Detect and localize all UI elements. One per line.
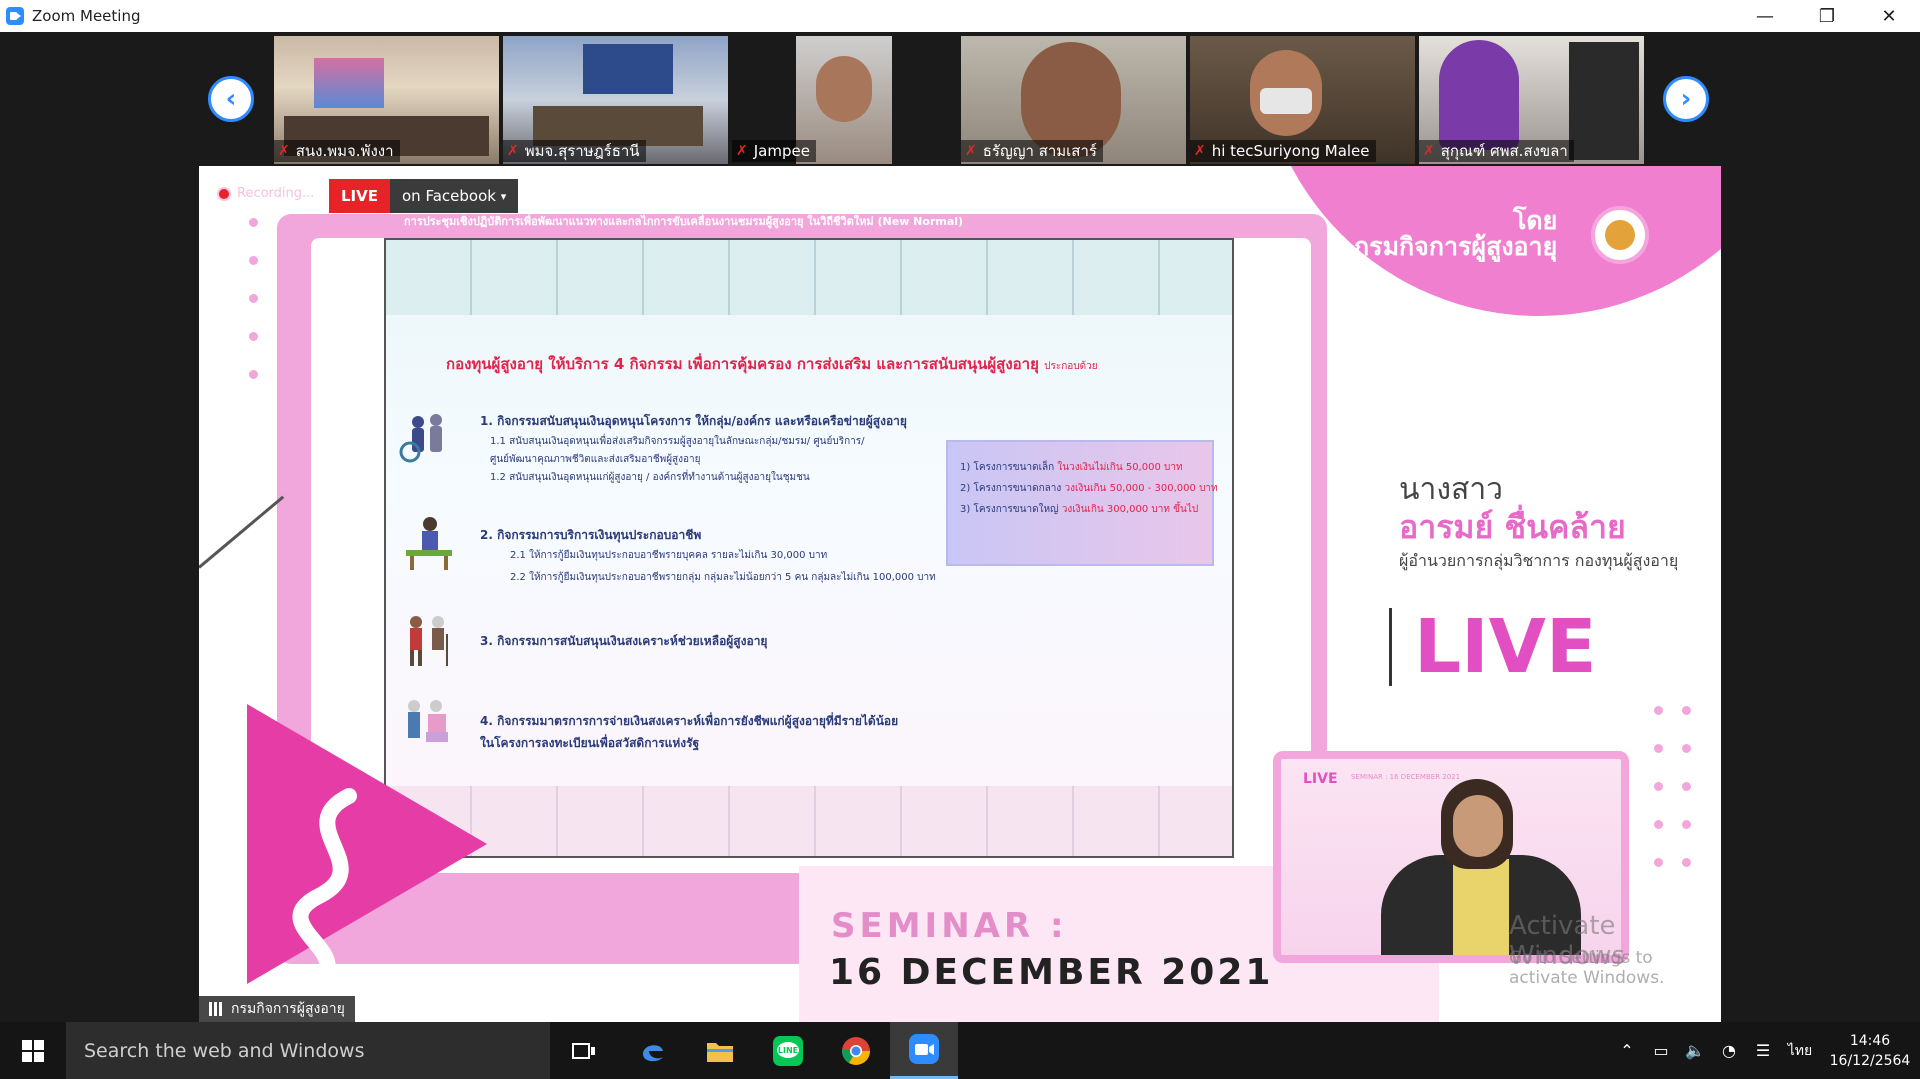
participant-name-label: ✗ hi tecSuriyong Malee: [1190, 140, 1376, 162]
taskbar: Search the web and Windows LINE ⌃ ▭ 🔈 ◔ …: [0, 1022, 1920, 1079]
minimize-button[interactable]: —: [1734, 0, 1796, 32]
shared-screen: Recording... LIVE on Facebook ▾ การประชุ…: [199, 166, 1721, 1022]
wifi-icon[interactable]: ◔: [1712, 1041, 1746, 1060]
slide-subitem: 1.2 สนับสนุนเงินอุดหนุนแก่ผู้สูงอายุ / อ…: [490, 472, 810, 483]
speaker-shirt: [1453, 859, 1509, 955]
muted-mic-icon: ✗: [736, 143, 748, 159]
participant-tile[interactable]: ✗ สุกุณฑ์ ศพส.สงขลา: [1419, 36, 1644, 164]
slide-item: 3. กิจกรรมการสนับสนุนเงินสงเคราะห์ช่วยเห…: [480, 634, 768, 648]
muted-mic-icon: ✗: [1423, 143, 1435, 159]
organizer-label: โดย กรมกิจการผู้สูงอายุ: [1354, 206, 1558, 262]
recording-indicator[interactable]: Recording...: [217, 186, 314, 201]
slide-item: ในโครงการลงทะเบียนเพื่อสวัสดิการแห่งรัฐ: [480, 736, 700, 750]
edge-browser-icon[interactable]: [618, 1022, 686, 1079]
participant-tile[interactable]: ✗ พมจ.สุราษฎร์ธานี: [503, 36, 728, 164]
taskbar-search[interactable]: Search the web and Windows: [66, 1022, 550, 1079]
next-page-button[interactable]: ›: [1663, 76, 1709, 122]
window-controls: — ❐ ✕: [1734, 0, 1920, 32]
decor-line: [199, 495, 285, 569]
windows-logo-icon: [22, 1039, 44, 1062]
system-tray: ⌃ ▭ 🔈 ◔ ☰ ไทย 14:46 16/12/2564: [1610, 1022, 1920, 1079]
live-platform[interactable]: on Facebook ▾: [390, 179, 519, 213]
pip-live-label: LIVE: [1303, 771, 1338, 787]
department-seal-icon: [1591, 206, 1649, 264]
project-size-box: 1) โครงการขนาดเล็ก ในวงเงินไม่เกิน 50,00…: [946, 440, 1218, 566]
slide-item: 4. กิจกรรมมาตรการการจ่ายเงินสงเคราะห์เพื…: [480, 714, 899, 728]
clock-time: 14:46: [1849, 1032, 1891, 1049]
people-group-icon: [399, 414, 442, 463]
participant-name-label: ✗ สุกุณฑ์ ศพส.สงขลา: [1419, 140, 1574, 162]
speaker-face: [1453, 795, 1503, 857]
participant-tile[interactable]: ✗ hi tecSuriyong Malee: [1190, 36, 1415, 164]
muted-mic-icon: ✗: [278, 143, 290, 159]
participant-name-label: ✗ พมจ.สุราษฎร์ธานี: [503, 140, 646, 162]
chevron-down-icon: ▾: [500, 189, 507, 203]
clock-date: 16/12/2564: [1829, 1052, 1911, 1069]
chrome-browser-icon[interactable]: [822, 1022, 890, 1079]
presentation-slide: กองทุนผู้สูงอายุ ให้บริการ 4 กิจกรรม เพื…: [384, 238, 1234, 858]
vendor-icon: [406, 517, 452, 570]
participant-tile[interactable]: ✗ สนง.พมจ.พังงา: [274, 36, 499, 164]
activate-windows-hint: Go to Settings to activate Windows.: [1509, 948, 1665, 988]
participant-name-label: ✗ ธรัญญา สามเสาร์: [961, 140, 1103, 162]
live-stream-indicator[interactable]: LIVE on Facebook ▾: [329, 179, 519, 213]
muted-mic-icon: ✗: [965, 143, 977, 159]
slide-subitem: 1.1 สนับสนุนเงินอุดหนุนเพื่อส่งเสริมกิจก…: [490, 436, 865, 447]
signal-bars-icon: [209, 1002, 225, 1016]
record-icon: [217, 186, 231, 201]
live-badge: LIVE: [329, 179, 390, 213]
title-bar: Zoom Meeting — ❐ ✕: [0, 0, 1920, 32]
slide-footer-grid: [386, 786, 1232, 856]
participant-name-label: ✗ Jampee: [732, 140, 816, 162]
slide-header-grid: [386, 240, 1232, 315]
task-view-icon[interactable]: [550, 1022, 618, 1079]
muted-mic-icon: ✗: [1194, 143, 1206, 159]
volume-icon[interactable]: 🔈: [1678, 1041, 1712, 1060]
restore-button[interactable]: ❐: [1796, 0, 1858, 32]
participant-tile[interactable]: ✗ ธรัญญา สามเสาร์: [961, 36, 1186, 164]
window-title: Zoom Meeting: [32, 7, 141, 25]
participant-name-label: ✗ สนง.พมจ.พังงา: [274, 140, 400, 162]
live-heading: LIVE: [1389, 608, 1597, 686]
speaker-name-tag: กรมกิจการผู้สูงอายุ: [199, 996, 355, 1022]
zoom-app-icon: [6, 7, 24, 25]
slide-subitem: ศูนย์พัฒนาคุณภาพชีวิตและส่งเสริมอาชีพผู้…: [490, 454, 701, 465]
file-explorer-icon[interactable]: [686, 1022, 754, 1079]
line-app-icon[interactable]: LINE: [754, 1022, 822, 1079]
battery-icon[interactable]: ▭: [1644, 1041, 1678, 1060]
slide-item: 2. กิจกรรมการบริการเงินทุนประกอบอาชีพ: [480, 528, 702, 542]
zoom-taskbar-icon[interactable]: [890, 1022, 958, 1079]
slide-subitem: 2.1 ให้การกู้ยืมเงินทุนประกอบอาชีพรายบุค…: [510, 550, 828, 561]
taskbar-clock[interactable]: 14:46 16/12/2564: [1820, 1031, 1920, 1071]
speaker-role: ผู้อำนวยการกลุ่มวิชาการ กองทุนผู้สูงอายุ: [1399, 551, 1679, 570]
input-language[interactable]: ไทย: [1780, 1040, 1820, 1062]
start-button[interactable]: [0, 1022, 66, 1079]
speaker-name: อารมย์ ชื่นคล้าย: [1399, 508, 1626, 546]
slide-item: 1. กิจกรรมสนับสนุนเงินอุดหนุนโครงการ ให้…: [480, 414, 907, 428]
previous-page-button[interactable]: ‹: [208, 76, 254, 122]
squiggle-decor-icon: [280, 788, 357, 1022]
slide-subitem: 2.2 ให้การกู้ยืมเงินทุนประกอบอาชีพรายกลุ…: [510, 572, 936, 583]
box-line: 1) โครงการขนาดเล็ก ในวงเงินไม่เกิน 50,00…: [960, 462, 1183, 473]
close-button[interactable]: ✕: [1858, 0, 1920, 32]
box-line: 2) โครงการขนาดกลาง วงเงินเกิน 50,000 - 3…: [960, 483, 1218, 494]
chevron-up-icon[interactable]: ⌃: [1610, 1041, 1644, 1060]
seminar-label: SEMINAR :: [831, 906, 1068, 946]
muted-mic-icon: ✗: [507, 143, 519, 159]
svg-text:LINE: LINE: [778, 1046, 798, 1055]
slide-title: กองทุนผู้สูงอายุ ให้บริการ 4 กิจกรรม เพื…: [446, 355, 1098, 373]
participant-strip: ‹ ✗ สนง.พมจ.พังงา ✗ พมจ.สุราษฎร์ธานี ✗ Jamp…: [0, 32, 1920, 166]
participant-tile[interactable]: ✗ Jampee: [732, 36, 957, 164]
elderly-couple-icon: [410, 616, 448, 666]
seminar-date: 16 DECEMBER 2021: [829, 952, 1274, 993]
notification-icon[interactable]: ☰: [1746, 1041, 1780, 1060]
box-line: 3) โครงการขนาดใหญ่ วงเงินเกิน 300,000 บา…: [960, 504, 1199, 515]
pip-seminar-label: SEMINAR : 16 DECEMBER 2021: [1351, 773, 1461, 781]
event-banner: การประชุมเชิงปฏิบัติการเพื่อพัฒนาแนวทางแ…: [404, 215, 964, 228]
